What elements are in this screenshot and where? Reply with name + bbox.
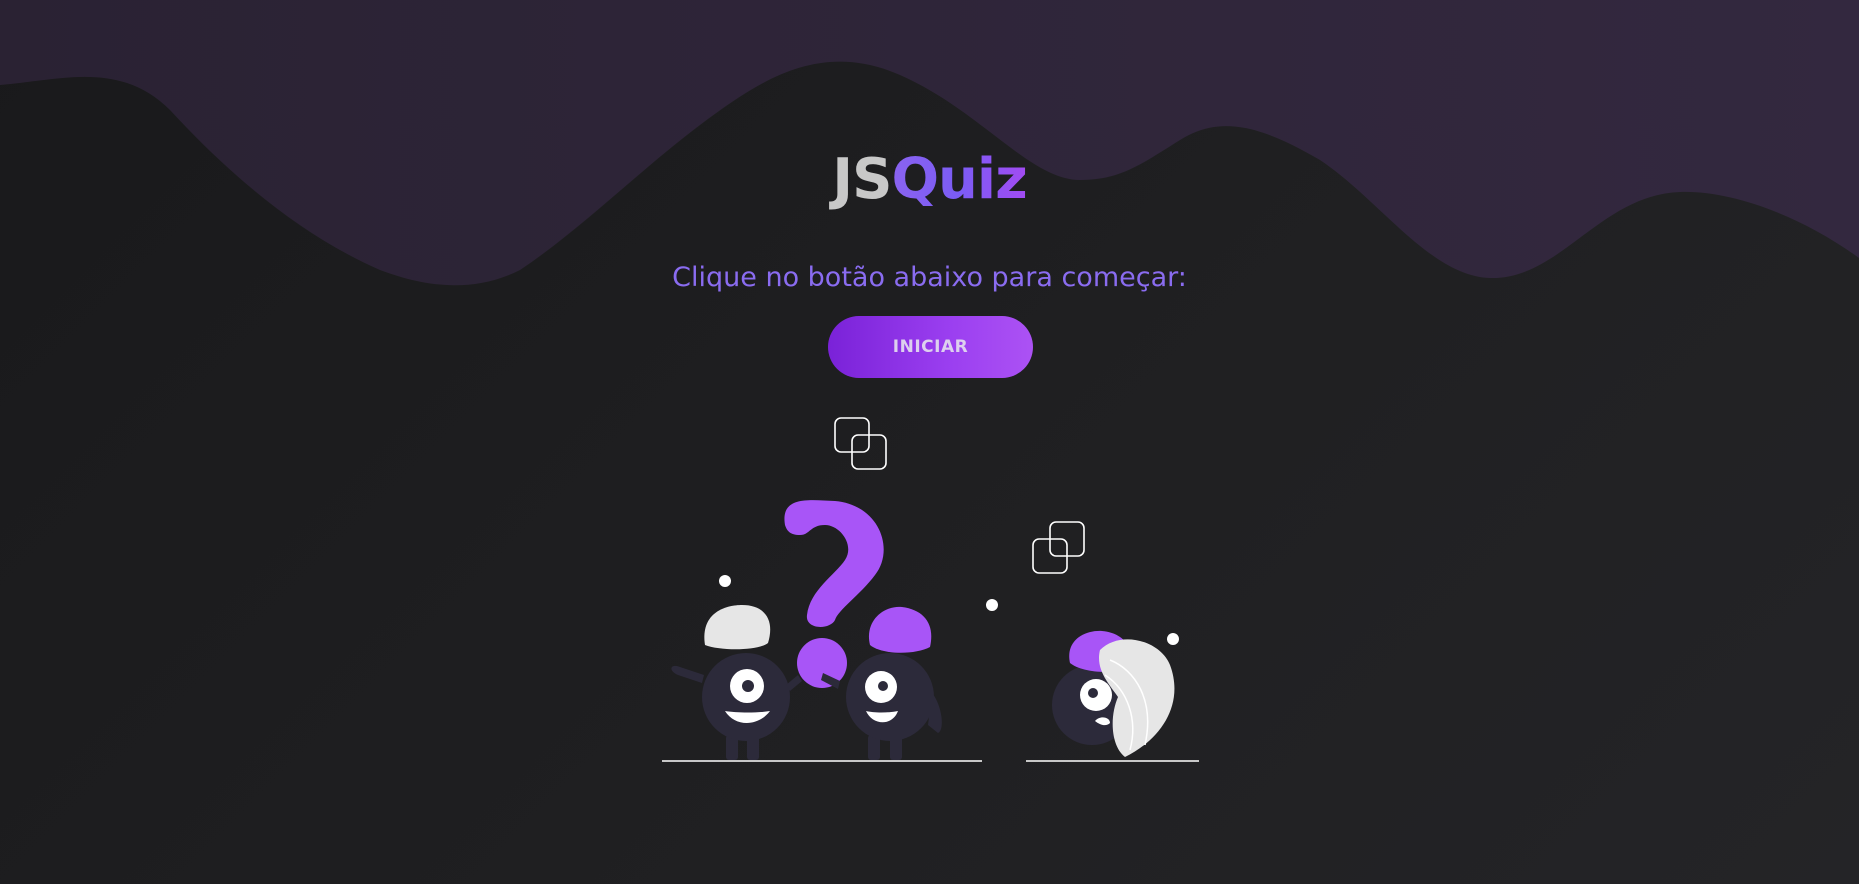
character-left: [671, 605, 802, 760]
character-middle: [821, 606, 942, 760]
intro-subtitle: Clique no botão abaixo para começar:: [672, 262, 1187, 293]
dot-icon: [986, 599, 998, 611]
start-button[interactable]: INICIAR: [828, 316, 1033, 378]
character-right: [1052, 630, 1175, 757]
overlap-squares-icon: [834, 417, 887, 470]
logo-js: JS: [832, 147, 892, 212]
dot-icon: [1167, 633, 1179, 645]
logo-quiz: Quiz: [891, 147, 1027, 212]
quiz-start-page: JSQuiz Clique no botão abaixo para começ…: [0, 0, 1859, 884]
overlap-squares-icon: [1032, 521, 1085, 574]
question-characters-illustration: [662, 417, 1199, 762]
dot-icon: [719, 575, 731, 587]
app-logo: JSQuiz: [0, 152, 1859, 208]
